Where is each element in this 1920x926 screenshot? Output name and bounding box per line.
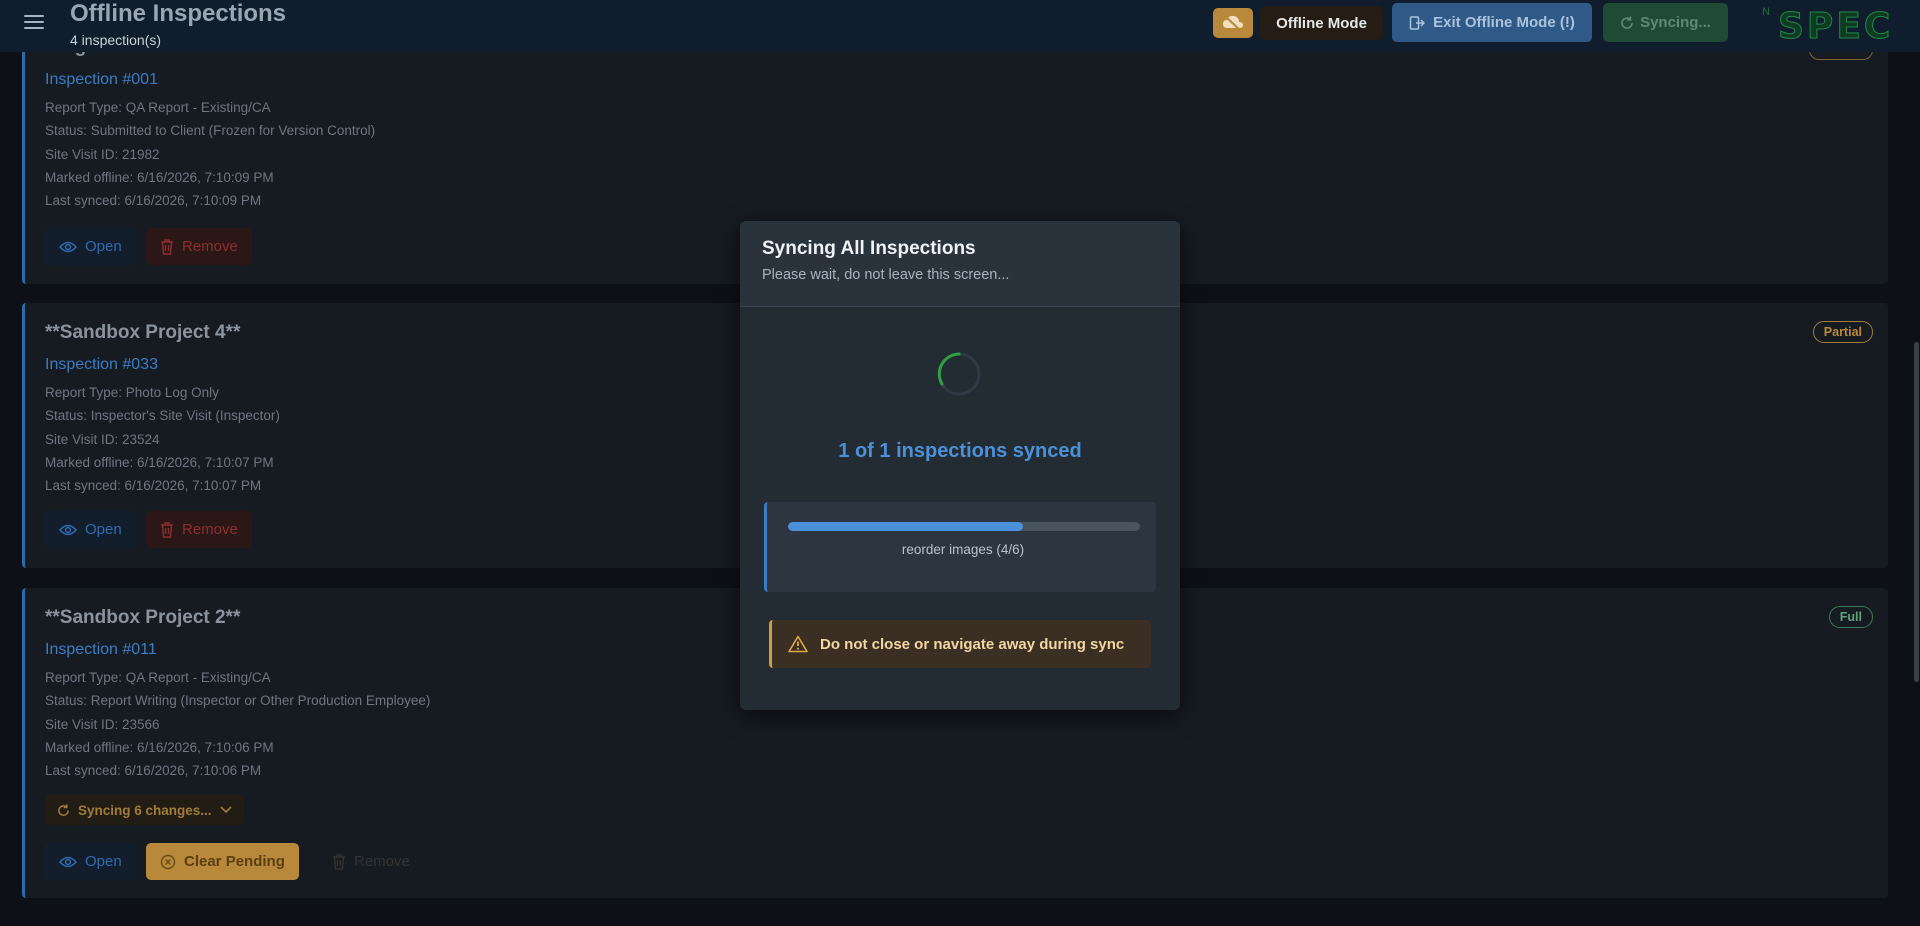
modal-subtitle: Please wait, do not leave this screen... [762,267,1010,283]
warning-icon [788,635,808,653]
modal-header: Syncing All Inspections Please wait, do … [740,221,1180,307]
progress-bar [788,522,1140,531]
sync-step-label: reorder images (4/6) [901,542,1025,557]
warning-text: Do not close or navigate away during syn… [820,635,1125,653]
sync-modal: Syncing All Inspections Please wait, do … [740,221,1180,710]
progress-bar-fill [788,522,1023,531]
modal-title: Syncing All Inspections [762,238,976,259]
spinner-icon [937,352,981,396]
sync-progress-text: 1 of 1 inspections synced [838,440,1082,462]
sync-step-box: reorder images (4/6) [764,502,1156,592]
warning-banner: Do not close or navigate away during syn… [769,620,1151,668]
